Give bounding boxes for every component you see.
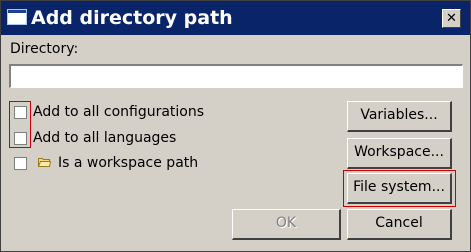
directory-input[interactable] (9, 64, 463, 88)
add-to-all-languages-label: Add to all languages (33, 130, 177, 146)
window-title: Add directory path (31, 7, 233, 29)
add-directory-path-dialog: Add directory path ✕ Directory: Add to a… (0, 0, 471, 252)
add-to-all-configurations-checkbox[interactable] (14, 106, 27, 119)
variables-button[interactable]: Variables... (347, 101, 452, 132)
workspace-button[interactable]: Workspace... (347, 138, 452, 169)
title-bar[interactable]: Add directory path ✕ (1, 1, 470, 35)
ok-button[interactable]: OK (232, 209, 341, 240)
close-button[interactable]: ✕ (442, 9, 461, 28)
folder-icon (38, 158, 51, 167)
add-to-all-languages-checkbox[interactable] (14, 132, 27, 145)
cancel-button[interactable]: Cancel (347, 209, 452, 240)
workspace-path-label: Is a workspace path (58, 155, 199, 171)
workspace-path-checkbox[interactable] (14, 157, 27, 170)
window-icon (7, 9, 27, 25)
file-system-button[interactable]: File system... (347, 173, 452, 204)
directory-label: Directory: (10, 41, 79, 57)
add-to-all-configurations-label: Add to all configurations (33, 104, 205, 120)
